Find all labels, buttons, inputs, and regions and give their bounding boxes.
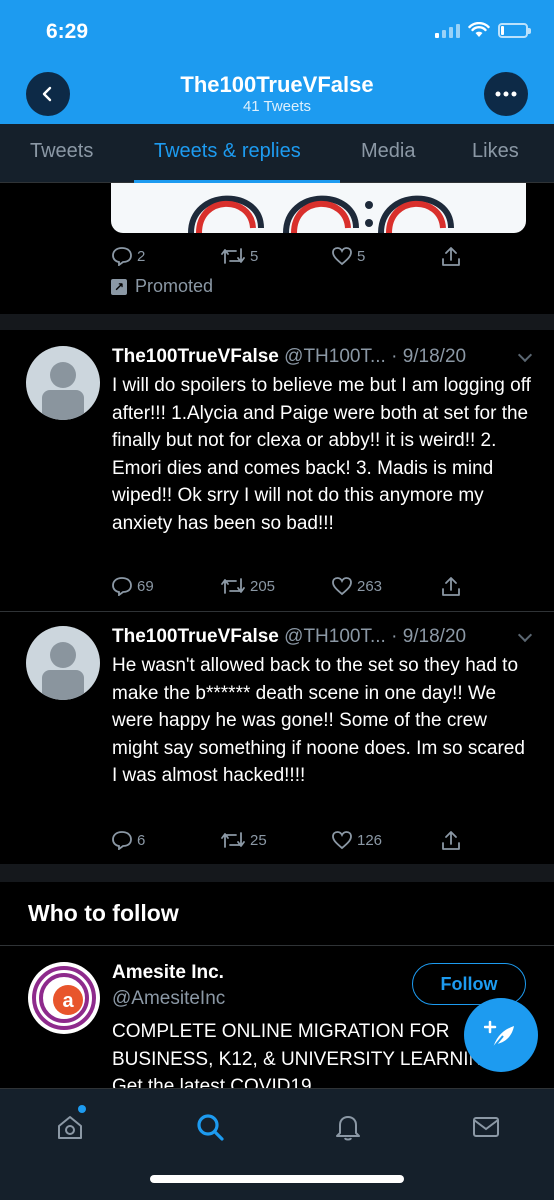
reply-count: 2: [137, 247, 146, 265]
reply-action[interactable]: 6: [111, 830, 145, 850]
reply-icon: [112, 577, 132, 596]
reply-icon: [112, 831, 132, 850]
status-time: 6:29: [46, 20, 89, 43]
notification-dot: [78, 1105, 86, 1113]
profile-name-title: The100TrueVFalse: [180, 72, 374, 97]
nav-explore[interactable]: [190, 1107, 230, 1147]
search-icon: [197, 1114, 224, 1141]
retweet-count: 25: [250, 831, 267, 849]
tweet-author-name[interactable]: The100TrueVFalse: [112, 346, 279, 367]
retweet-icon: [221, 248, 245, 264]
tweet-text: I will do spoilers to believe me but I a…: [112, 375, 531, 534]
home-indicator: [150, 1175, 404, 1183]
heart-icon: [332, 577, 352, 596]
share-icon: [442, 831, 460, 850]
retweet-count: 5: [250, 247, 259, 265]
nav-notifications[interactable]: [328, 1107, 368, 1147]
promo-graphic: [188, 195, 454, 233]
like-count: 5: [357, 247, 366, 265]
section-divider: [0, 314, 554, 330]
amesite-logo-icon: a: [32, 966, 96, 1030]
nav-messages[interactable]: [466, 1107, 506, 1147]
share-icon: [442, 247, 460, 266]
compose-feather-icon: [484, 1020, 514, 1049]
status-bar: 6:29: [0, 0, 554, 60]
suggested-account-handle: @AmesiteInc: [112, 988, 226, 1009]
status-icons: [435, 22, 531, 38]
tweet-header: The100TrueVFalse @TH100T... · 9/18/20: [112, 626, 466, 648]
tweet-divider: [0, 611, 554, 612]
promoted-label: ↗ Promoted: [111, 276, 213, 297]
nav-home[interactable]: [50, 1105, 90, 1147]
avatar[interactable]: [26, 626, 100, 700]
tweet-author-name[interactable]: The100TrueVFalse: [112, 626, 279, 647]
like-action[interactable]: 5: [331, 246, 365, 266]
suggested-account-avatar[interactable]: a: [28, 962, 100, 1034]
like-action[interactable]: 126: [331, 830, 382, 850]
home-icon: [58, 1116, 82, 1139]
tweet-handle-date: @TH100T... · 9/18/20: [284, 626, 467, 647]
mail-icon: [473, 1117, 499, 1137]
tweet-handle-date: @TH100T... · 9/18/20: [284, 346, 467, 367]
retweet-icon: [221, 578, 245, 594]
svg-text:a: a: [62, 990, 74, 1012]
who-to-follow-title: Who to follow: [28, 900, 179, 926]
avatar[interactable]: [26, 346, 100, 420]
chevron-down-icon[interactable]: [517, 627, 533, 643]
like-action[interactable]: 263: [331, 576, 382, 596]
chevron-down-icon[interactable]: [517, 347, 533, 363]
promoted-icon: ↗: [111, 278, 127, 295]
compose-tweet-button[interactable]: [464, 998, 538, 1072]
tab-tweets-and-replies[interactable]: Tweets & replies: [154, 140, 301, 163]
wifi-icon: [468, 22, 490, 37]
share-action[interactable]: [440, 245, 462, 267]
retweet-count: 205: [250, 577, 276, 595]
share-action[interactable]: [440, 829, 462, 851]
battery-icon: [498, 22, 531, 38]
more-icon: [495, 91, 517, 97]
tweet-count: 41 Tweets: [242, 98, 312, 115]
signal-icon: [435, 22, 460, 38]
like-count: 126: [357, 831, 383, 849]
reply-count: 69: [137, 577, 154, 595]
retweet-action[interactable]: 205: [220, 576, 275, 596]
retweet-action[interactable]: 25: [220, 830, 267, 850]
tab-tweets[interactable]: Tweets: [30, 140, 93, 163]
bell-icon: [336, 1116, 360, 1141]
reply-action[interactable]: 2: [111, 246, 145, 266]
retweet-icon: [221, 832, 245, 848]
tab-media[interactable]: Media: [361, 140, 415, 163]
promoted-media-card[interactable]: [111, 183, 526, 233]
share-action[interactable]: [440, 575, 462, 597]
more-options-button[interactable]: [484, 72, 528, 116]
profile-tabs: Tweets Tweets & replies Media Likes: [0, 124, 554, 183]
reply-action[interactable]: 69: [111, 576, 154, 596]
reply-icon: [112, 247, 132, 266]
tweet-text: He wasn't allowed back to the set so the…: [112, 655, 525, 786]
profile-header: 6:29 The100TrueVFalse 41 Tweets: [0, 0, 554, 124]
bottom-navigation: [0, 1088, 554, 1200]
promoted-text: Promoted: [135, 276, 214, 296]
section-divider-line: [0, 945, 554, 946]
share-icon: [442, 577, 460, 596]
retweet-action[interactable]: 5: [220, 246, 258, 266]
heart-icon: [332, 247, 352, 266]
section-divider: [0, 864, 554, 882]
tab-likes[interactable]: Likes: [472, 140, 519, 163]
suggested-account-name[interactable]: Amesite Inc.: [112, 962, 224, 984]
like-count: 263: [357, 577, 383, 595]
tweet-header: The100TrueVFalse @TH100T... · 9/18/20: [112, 346, 466, 368]
heart-icon: [332, 831, 352, 850]
reply-count: 6: [137, 831, 146, 849]
